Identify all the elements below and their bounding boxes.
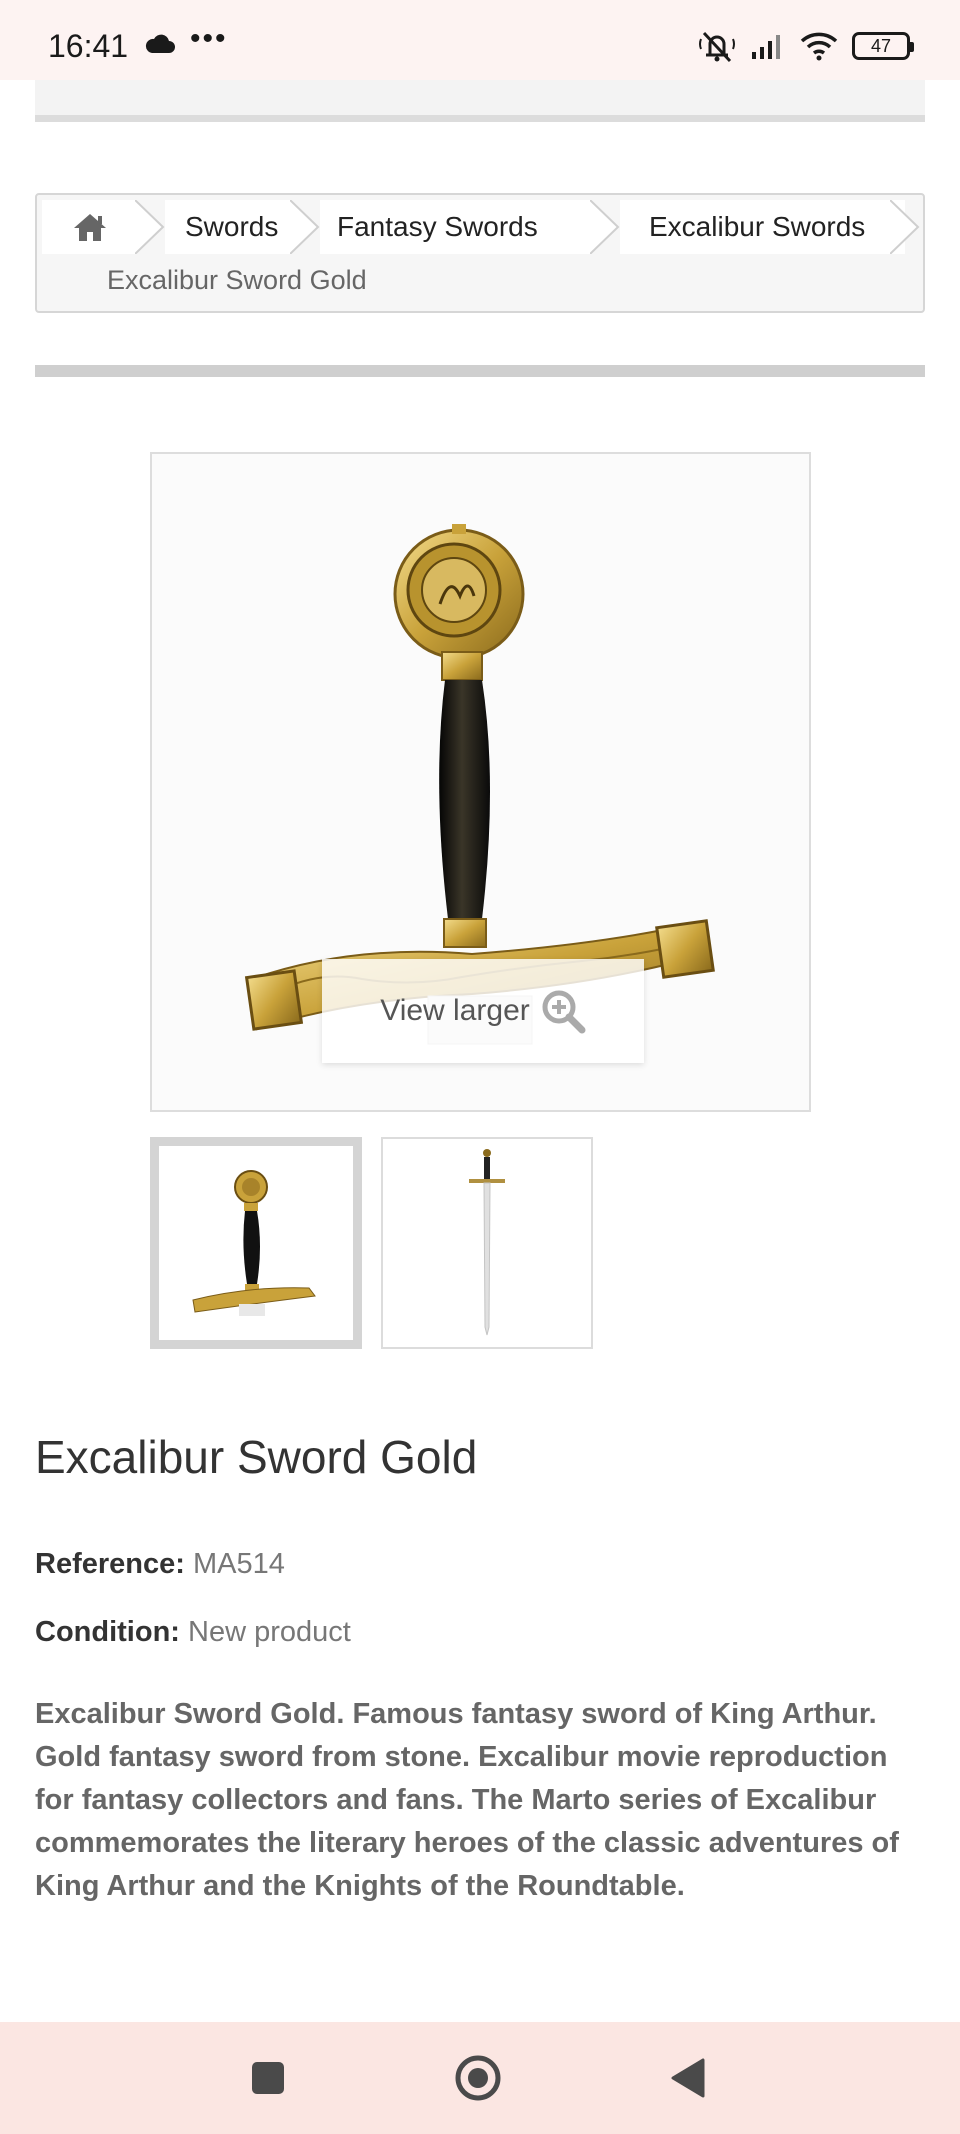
breadcrumb-separator: [290, 200, 320, 254]
recents-button[interactable]: [238, 2022, 298, 2134]
signal-icon: [752, 35, 780, 59]
cloud-icon: [145, 34, 175, 53]
home-circle-icon: [455, 2055, 501, 2101]
recents-icon: [252, 2062, 284, 2094]
mute-icon: [699, 31, 735, 63]
breadcrumb-separator: [590, 200, 620, 254]
condition-label: Condition:: [35, 1616, 180, 1648]
reference-value: MA514: [192, 1548, 285, 1580]
product-description: Excalibur Sword Gold. Famous fantasy swo…: [35, 1698, 899, 1902]
breadcrumb-item-fantasy-swords[interactable]: Fantasy Swords: [320, 200, 590, 254]
view-larger-label: View larger: [380, 994, 530, 1027]
breadcrumb: Swords Fantasy Swords Excalibur Swords E…: [35, 193, 925, 313]
status-icons: 47: [698, 28, 914, 64]
view-larger-button[interactable]: View larger: [322, 959, 644, 1063]
condition-value: New product: [188, 1616, 351, 1648]
breadcrumb-item-excalibur-swords[interactable]: Excalibur Swords: [620, 200, 905, 254]
breadcrumb-item-swords[interactable]: Swords: [165, 200, 290, 254]
breadcrumb-separator: [135, 200, 165, 254]
condition-row: Condition: New product: [35, 1616, 351, 1649]
status-bar: 16:41 ••• 47: [0, 0, 960, 80]
system-nav-bar: [0, 2022, 960, 2134]
full-sword-thumbnail: [383, 1139, 591, 1347]
back-button[interactable]: [662, 2022, 712, 2134]
reference-row: Reference: MA514: [35, 1548, 285, 1581]
breadcrumb-home[interactable]: [42, 200, 137, 254]
status-time: 16:41: [48, 28, 129, 64]
product-main-image[interactable]: View larger: [150, 452, 811, 1112]
zoom-in-icon: [542, 990, 586, 1034]
more-notifications-icon: •••: [190, 22, 228, 55]
breadcrumb-trail: Swords Fantasy Swords Excalibur Swords: [42, 200, 920, 254]
back-icon: [671, 2058, 705, 2098]
breadcrumb-separator: [890, 200, 920, 254]
thumbnail-hilt[interactable]: [150, 1137, 362, 1349]
header-strip: [35, 80, 925, 122]
battery-icon: 47: [852, 32, 914, 60]
home-icon: [73, 214, 106, 241]
thumbnail-full-sword[interactable]: [381, 1137, 593, 1349]
product-title: Excalibur Sword Gold: [35, 1431, 478, 1483]
home-button[interactable]: [448, 2022, 508, 2134]
divider: [35, 365, 925, 377]
wifi-icon: [800, 32, 838, 61]
reference-label: Reference:: [35, 1548, 185, 1580]
breadcrumb-current: Excalibur Sword Gold: [107, 265, 367, 295]
sword-hilt-thumbnail: [159, 1146, 353, 1340]
